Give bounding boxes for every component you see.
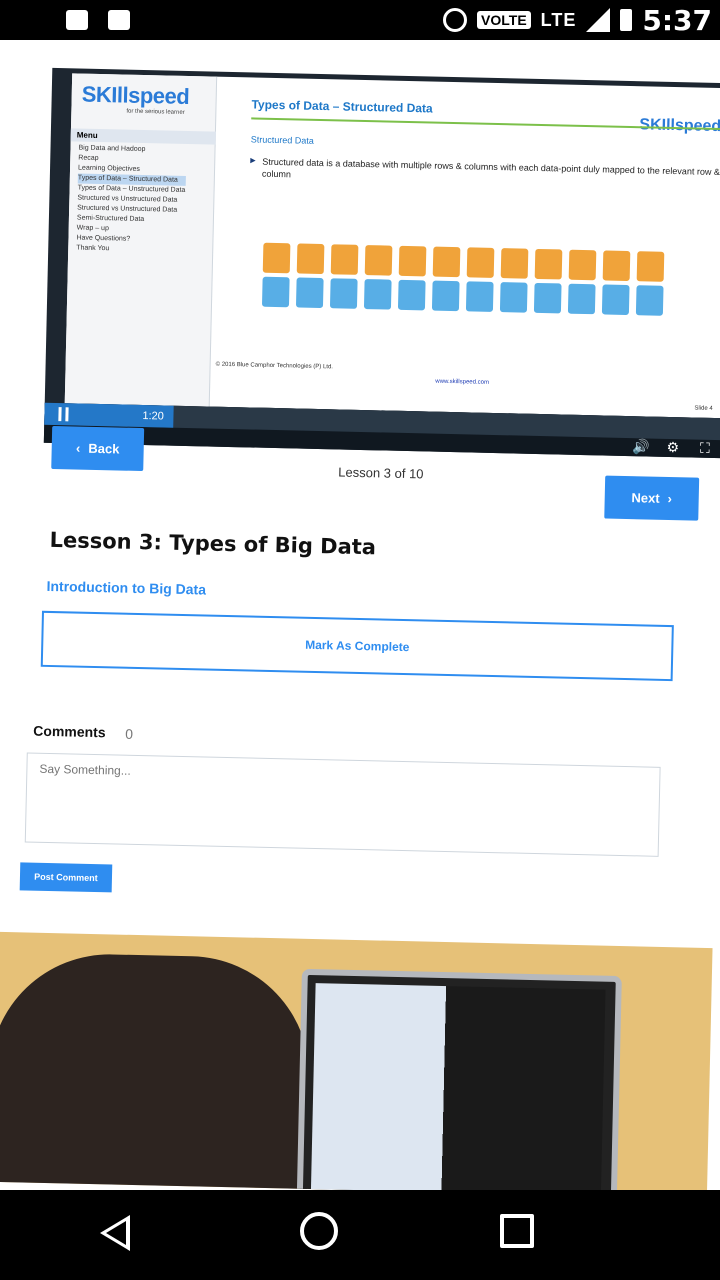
slide-logo-a: SKI [639,116,667,134]
status-bar: VOLTE LTE 5:37 [0,0,720,40]
chevron-right-icon: › [667,490,673,507]
data-block-orange [568,249,597,281]
browser-screen: SKIllspeed for the serious learner Menu … [0,40,720,1190]
data-block-blue [601,284,630,316]
alarm-icon [443,8,468,32]
laptop-illustration [296,968,622,1190]
structured-data-blocks [261,242,683,348]
data-block-blue [329,278,358,309]
slide-subtitle: Structured Data [250,134,314,146]
clock: 5:37 [642,3,712,37]
skillspeed-logo: SKIllspeed for the serious learner [81,82,212,125]
nav-home-icon[interactable] [300,1212,338,1250]
data-block-orange [466,247,495,278]
slide-bullet: Structured data is a database with multi… [250,155,720,190]
nav-recents-icon[interactable] [500,1214,534,1248]
settings-icon[interactable]: ⚙ [664,439,682,455]
data-block-blue [465,281,494,312]
slide-logo-c: speed [674,117,720,136]
slide-url: www.skillspeed.com [435,378,490,386]
slide-menu: Big Data and Hadoop Recap Learning Objec… [76,143,186,255]
data-block-orange [398,245,427,277]
fullscreen-icon[interactable]: ⛶ [696,440,714,456]
status-right: VOLTE LTE 5:37 [443,0,712,40]
data-block-blue [295,277,324,309]
nav-back-icon[interactable] [100,1215,130,1251]
slide-menu-item[interactable]: Thank You [76,243,184,255]
volume-status-icon [66,10,88,30]
signal-icon [586,8,611,32]
data-block-orange [262,242,291,274]
slide: SKIllspeed for the serious learner Menu … [64,73,720,419]
playback-time: 1:20 [142,410,165,423]
next-button[interactable]: Next › [604,475,700,521]
hero-image [0,931,713,1190]
data-block-orange [364,245,393,276]
data-block-blue [635,285,664,316]
data-block-blue [363,279,392,310]
lesson-counter: Lesson 3 of 10 [338,464,424,482]
pause-icon[interactable] [58,407,69,422]
data-block-blue [499,282,528,313]
video-player[interactable]: SKIllspeed for the serious learner Menu … [43,67,720,459]
page-content: SKIllspeed for the serious learner Menu … [0,40,720,1190]
data-block-orange [500,248,529,279]
data-block-orange [636,251,665,282]
post-comment-button[interactable]: Post Comment [19,862,113,893]
logo-tagline: for the serious learner [126,108,185,116]
slide-title: Types of Data – Structured Data [251,97,433,116]
slide-copyright: © 2016 Blue Camphor Technologies (P) Ltd… [215,361,334,371]
slide-sidebar: SKIllspeed for the serious learner Menu … [64,73,218,407]
next-label: Next [631,490,660,506]
data-block-blue [431,280,460,312]
data-block-blue [567,283,596,315]
slide-number: Slide 4 [694,405,713,412]
data-block-orange [534,248,563,280]
volte-badge: VOLTE [477,11,531,29]
logo-part-a: SKI [81,81,118,108]
battery-icon [620,9,633,31]
network-type: LTE [540,9,577,30]
volume-icon[interactable]: 🔊 [632,438,650,454]
navigation-bar [0,1190,720,1280]
comments-count: 0 [125,725,134,742]
laptop-screen [310,983,606,1190]
status-left [66,0,130,40]
data-block-orange [432,246,461,278]
data-block-blue [397,279,426,311]
data-block-blue [533,282,562,314]
comment-input[interactable] [24,752,661,857]
page-title: Lesson 3: Types of Big Data [49,527,377,560]
back-button[interactable]: ‹ Back [51,425,145,472]
slide-main: Types of Data – Structured Data SKIllspe… [215,77,720,418]
data-block-blue [261,276,290,308]
logo-part-c: speed [127,82,190,109]
slide-logo-b: ll [665,116,676,135]
comments-heading: Comments [33,722,106,741]
chevron-left-icon: ‹ [75,440,81,456]
mark-complete-button[interactable]: Mark As Complete [40,610,674,682]
course-link[interactable]: Introduction to Big Data [46,578,206,598]
data-block-orange [330,244,359,275]
slide-menu-title: Menu [70,128,216,145]
data-block-orange [296,243,325,275]
player-buttons: 🔊 ⚙ ⛶ [632,438,714,456]
back-label: Back [88,440,120,457]
data-block-orange [602,250,631,282]
image-notification-icon [108,10,130,30]
person-illustration [0,951,313,1190]
